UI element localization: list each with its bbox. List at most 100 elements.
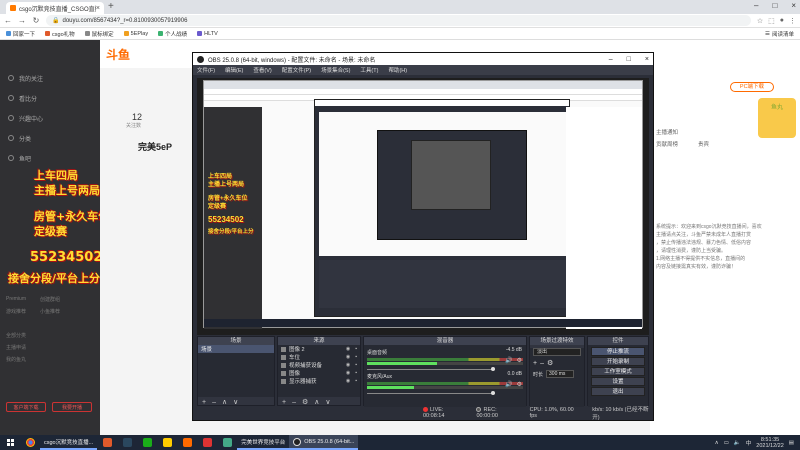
menu-file[interactable]: 文件(F) — [197, 66, 215, 74]
menu-edit[interactable]: 编辑(E) — [225, 66, 243, 74]
add-source-button[interactable]: + — [282, 399, 286, 406]
reading-list[interactable]: ☰ 阅读清单 — [765, 30, 794, 38]
bookmark-item[interactable]: 5EPlay — [123, 31, 148, 37]
menu-help[interactable]: 帮助(H) — [388, 66, 407, 74]
new-tab-button[interactable]: + — [108, 1, 114, 12]
source-up-button[interactable]: ∧ — [314, 398, 319, 406]
obs-minimize-button[interactable]: – — [609, 56, 613, 63]
volume-icon[interactable]: 🔈 — [734, 440, 741, 446]
remove-scene-button[interactable]: – — [212, 399, 216, 406]
scene-up-button[interactable]: ∧ — [222, 398, 227, 406]
source-down-button[interactable]: ∨ — [325, 398, 330, 406]
transition-settings-icon[interactable]: ⚙ — [547, 359, 553, 367]
gift-banner[interactable]: 鱼丸 — [758, 98, 796, 138]
speaker-icon[interactable]: 🔊 — [505, 381, 512, 388]
clock[interactable]: 8:51:35 2021/12/22 — [756, 437, 784, 449]
obs-close-button[interactable]: × — [645, 56, 649, 63]
maximize-button[interactable]: □ — [772, 1, 777, 10]
duration-input[interactable]: 300 ms — [546, 370, 575, 378]
taskbar-app[interactable] — [157, 435, 177, 450]
eye-icon[interactable]: ◉ — [346, 354, 350, 360]
browser-tab[interactable]: csgo沉默竞技直播_CSGO直播... × — [6, 2, 104, 14]
sidebar-small-text[interactable]: Premium — [6, 296, 26, 302]
add-transition-button[interactable]: + — [533, 360, 537, 367]
sidebar-item[interactable]: 兴趣中心 — [0, 108, 100, 128]
sidebar-item[interactable]: 鱼吧 — [0, 148, 100, 168]
speaker-icon[interactable]: 🔊 — [505, 357, 512, 364]
menu-view[interactable]: 查看(V) — [253, 66, 271, 74]
stop-streaming-button[interactable]: 停止推流 — [591, 347, 645, 356]
source-settings-icon[interactable]: ⚙ — [302, 398, 308, 406]
tab-close-icon[interactable]: × — [96, 5, 100, 12]
sidebar-item[interactable]: 看比分 — [0, 88, 100, 108]
start-broadcast-button[interactable]: 我要开播 — [52, 402, 92, 412]
remove-source-button[interactable]: – — [292, 399, 296, 406]
eye-icon[interactable]: ◉ — [346, 346, 350, 352]
sidebar-item[interactable]: 分类 — [0, 128, 100, 148]
sidebar-small-text[interactable]: 主播申请 — [6, 344, 26, 351]
forward-button[interactable]: → — [18, 16, 26, 25]
lock-icon[interactable]: ▪ — [355, 346, 357, 352]
taskbar-window[interactable]: csgo沉默竞技直播... — [40, 435, 98, 450]
add-scene-button[interactable]: + — [202, 399, 206, 406]
lock-icon[interactable]: ▪ — [355, 370, 357, 376]
start-recording-button[interactable]: 开始录制 — [591, 357, 645, 366]
source-item[interactable]: 视频捕获设备 ◉ ▪ — [278, 361, 360, 369]
scene-down-button[interactable]: ∨ — [233, 398, 238, 406]
sidebar-small-text[interactable]: 创建群组 — [40, 296, 60, 303]
sidebar-item[interactable]: 我的关注 — [0, 68, 100, 88]
source-item[interactable]: 图像 2 ◉ ▪ — [278, 345, 360, 353]
extension-icon[interactable]: ⬚ — [768, 17, 775, 25]
taskbar-app[interactable] — [217, 435, 237, 450]
sidebar-small-text[interactable]: 全部分类 — [6, 332, 26, 339]
menu-profile[interactable]: 配置文件(P) — [282, 66, 311, 74]
remove-transition-button[interactable]: – — [540, 360, 544, 367]
start-button[interactable] — [0, 435, 20, 450]
obs-maximize-button[interactable]: □ — [627, 56, 631, 63]
bookmark-item[interactable]: 个人战绩 — [158, 30, 187, 38]
taskbar-window-active[interactable]: OBS 25.0.8 (64-bit... — [289, 435, 359, 450]
star-icon[interactable]: ☆ — [757, 17, 763, 25]
lock-icon[interactable]: ▪ — [355, 378, 357, 384]
track-settings-icon[interactable]: ⚙ — [517, 357, 522, 364]
bookmark-item[interactable]: 鼠标绑定 — [84, 30, 114, 38]
transition-select[interactable]: 淡出 — [533, 348, 581, 356]
source-item[interactable]: 图像 ◉ ▪ — [278, 369, 360, 377]
lock-icon[interactable]: ▪ — [355, 354, 357, 360]
volume-slider[interactable] — [367, 391, 523, 395]
track-settings-icon[interactable]: ⚙ — [517, 381, 522, 388]
client-download-button[interactable]: 客户端下载 — [6, 402, 46, 412]
menu-button[interactable]: ⋮ — [789, 17, 796, 25]
taskbar-app[interactable] — [137, 435, 157, 450]
input-method[interactable]: 中 — [746, 439, 752, 447]
taskbar-app[interactable] — [197, 435, 217, 450]
bookmark-item[interactable]: csgo礼物 — [45, 30, 75, 38]
notification-icon[interactable]: ▤ — [789, 440, 794, 446]
network-icon[interactable]: ▭ — [724, 440, 729, 446]
obs-preview-canvas[interactable]: 上车四局 主播上号两局 房管+永久车位 定级赛 55234502 接舍分段/平台… — [197, 78, 649, 335]
bookmark-item[interactable]: 回家一下 — [6, 30, 35, 38]
taskbar-app[interactable] — [117, 435, 137, 450]
source-item[interactable]: 车位 ◉ ▪ — [278, 353, 360, 361]
studio-mode-button[interactable]: 工作室模式 — [591, 367, 645, 376]
eye-icon[interactable]: ◉ — [346, 362, 350, 368]
lock-icon[interactable]: ▪ — [355, 362, 357, 368]
menu-tools[interactable]: 工具(T) — [360, 66, 378, 74]
tray-expand-icon[interactable]: ∧ — [715, 440, 719, 446]
right-tab[interactable]: 贵宾 — [698, 140, 709, 148]
pc-download-button[interactable]: PC端下载 — [730, 82, 774, 92]
bookmark-item[interactable]: HLTV — [197, 31, 218, 37]
taskbar-window[interactable]: 完美世界竞技平台 — [237, 435, 290, 450]
profile-icon[interactable]: ● — [780, 17, 784, 24]
douyu-logo[interactable]: 斗鱼 — [106, 46, 130, 63]
taskbar-app[interactable] — [177, 435, 197, 450]
sidebar-small-text[interactable]: 游戏推荐 — [6, 308, 26, 315]
source-item[interactable]: 显示器捕获 ◉ ▪ — [278, 377, 360, 385]
menu-scene-collection[interactable]: 场景集合(S) — [321, 66, 350, 74]
sidebar-small-text[interactable]: 小鱼推荐 — [40, 308, 60, 315]
eye-icon[interactable]: ◉ — [346, 370, 350, 376]
sidebar-small-text[interactable]: 我的鱼丸 — [6, 356, 26, 363]
right-tab[interactable]: 主播通知 — [656, 128, 678, 136]
back-button[interactable]: ← — [4, 16, 12, 25]
scene-item[interactable]: 场景 — [198, 345, 274, 353]
